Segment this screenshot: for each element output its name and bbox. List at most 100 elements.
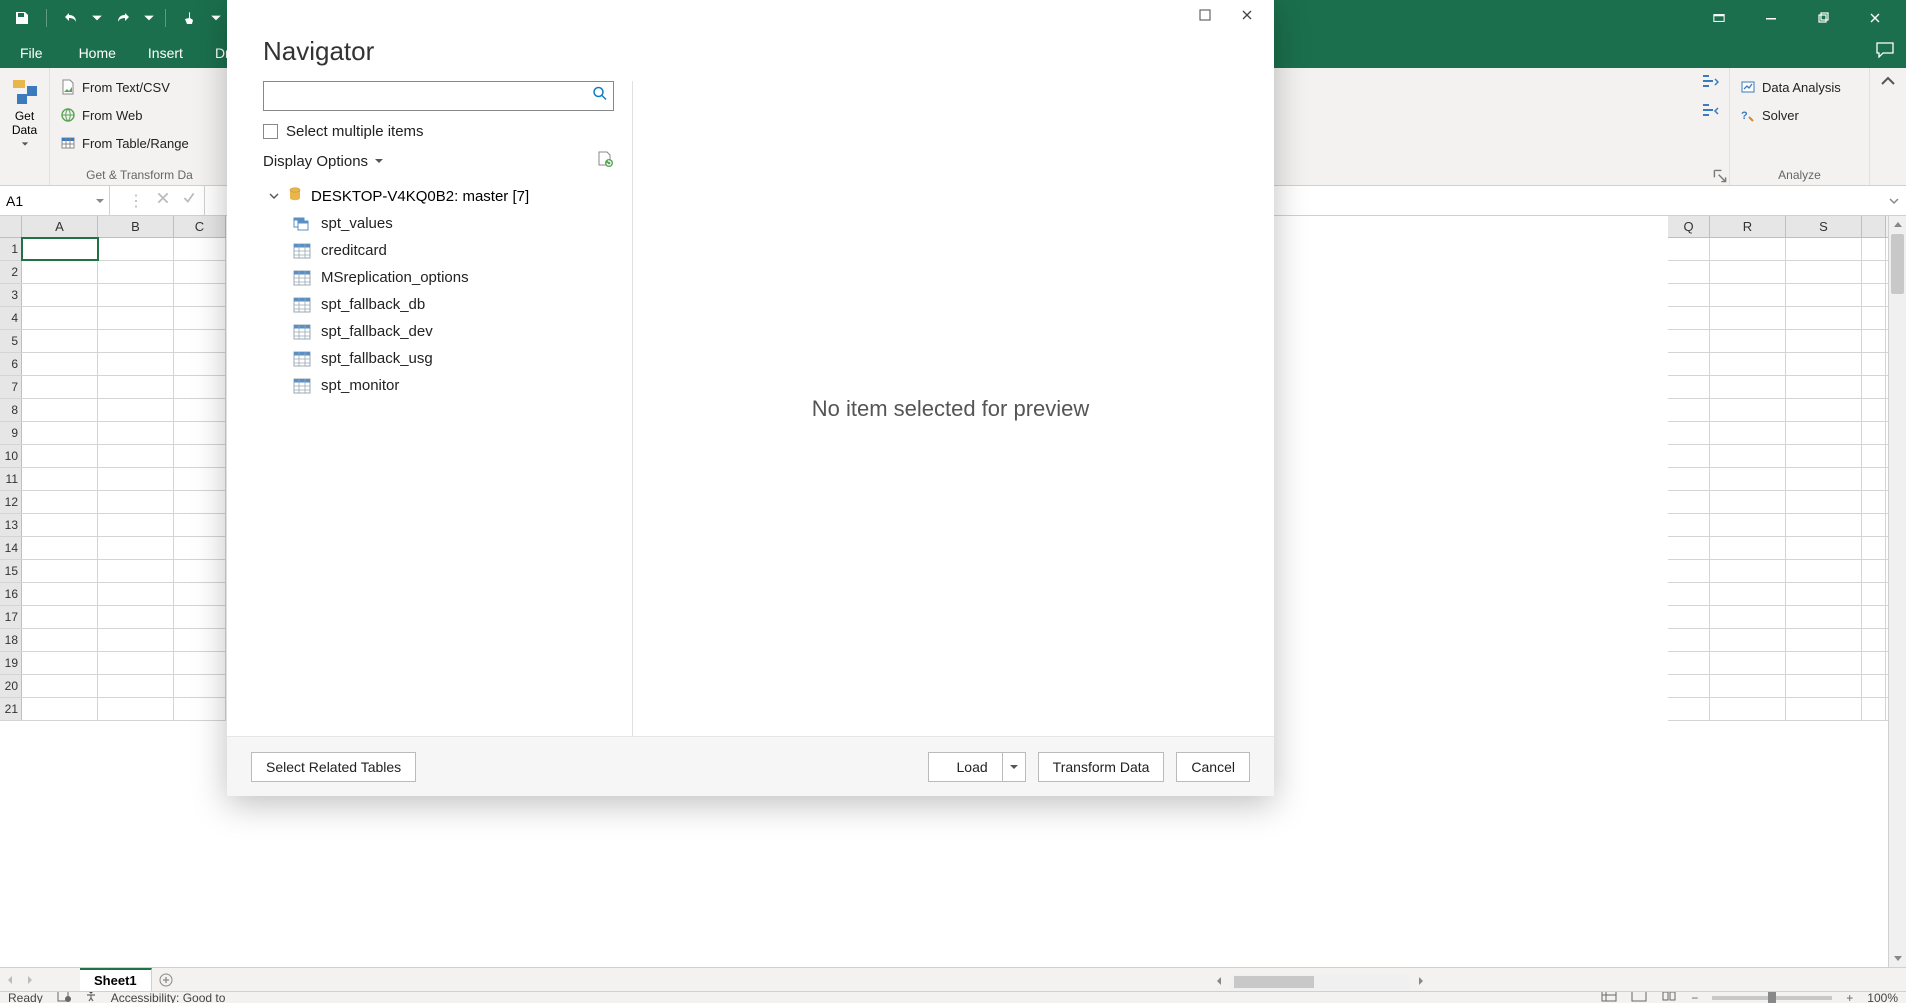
cell[interactable] (1668, 537, 1710, 559)
cell[interactable] (22, 491, 98, 513)
select-related-tables-button[interactable]: Select Related Tables (251, 752, 416, 782)
cell[interactable] (1786, 376, 1862, 398)
sheet-tab[interactable]: Sheet1 (80, 968, 152, 991)
cell[interactable] (1668, 491, 1710, 513)
from-web-button[interactable]: From Web (56, 102, 223, 128)
cell[interactable] (98, 491, 174, 513)
cell[interactable] (1862, 238, 1886, 260)
cell[interactable] (1710, 376, 1786, 398)
cell[interactable] (22, 307, 98, 329)
row-header[interactable]: 13 (0, 514, 22, 536)
cell[interactable] (98, 537, 174, 559)
cell[interactable] (98, 376, 174, 398)
cell[interactable] (22, 422, 98, 444)
cell[interactable] (1786, 445, 1862, 467)
cell[interactable] (1786, 537, 1862, 559)
cell[interactable] (1862, 468, 1886, 490)
cell[interactable] (174, 698, 226, 720)
cell[interactable] (98, 629, 174, 651)
cell[interactable] (1668, 422, 1710, 444)
cell[interactable] (1710, 560, 1786, 582)
tree-item[interactable]: MSreplication_options (263, 264, 614, 291)
cell[interactable] (1668, 399, 1710, 421)
cell[interactable] (98, 445, 174, 467)
cell[interactable] (1710, 238, 1786, 260)
cell[interactable] (1862, 284, 1886, 306)
cell[interactable] (1668, 238, 1710, 260)
zoom-out-icon[interactable]: − (1691, 991, 1698, 1003)
from-text-csv-button[interactable]: From Text/CSV (56, 74, 223, 100)
cell[interactable] (1710, 514, 1786, 536)
vertical-scrollbar[interactable] (1888, 216, 1906, 967)
tree-item[interactable]: creditcard (263, 237, 614, 264)
row-header[interactable]: 12 (0, 491, 22, 513)
cell[interactable] (1668, 652, 1710, 674)
cell[interactable] (22, 445, 98, 467)
cell[interactable] (1668, 606, 1710, 628)
cell[interactable] (22, 468, 98, 490)
cell[interactable] (98, 583, 174, 605)
cell[interactable] (22, 376, 98, 398)
cell[interactable] (22, 606, 98, 628)
cell[interactable] (1786, 330, 1862, 352)
cell[interactable] (174, 560, 226, 582)
cell[interactable] (98, 675, 174, 697)
cell[interactable] (22, 675, 98, 697)
column-header[interactable]: A (22, 216, 98, 237)
cell[interactable] (1668, 675, 1710, 697)
cell[interactable] (174, 445, 226, 467)
cell[interactable] (1710, 330, 1786, 352)
cell[interactable] (174, 307, 226, 329)
cancel-formula-icon[interactable] (156, 191, 170, 210)
cell[interactable] (22, 652, 98, 674)
row-header[interactable]: 16 (0, 583, 22, 605)
cell[interactable] (1786, 307, 1862, 329)
row-header[interactable]: 6 (0, 353, 22, 375)
cell[interactable] (1862, 353, 1886, 375)
cell[interactable] (1862, 629, 1886, 651)
cell[interactable] (174, 399, 226, 421)
cell[interactable] (1710, 491, 1786, 513)
cell[interactable] (98, 399, 174, 421)
undo-icon[interactable] (57, 4, 85, 32)
cell[interactable] (1710, 399, 1786, 421)
cell[interactable] (1668, 307, 1710, 329)
cell[interactable] (1786, 698, 1862, 720)
cell[interactable] (1786, 238, 1862, 260)
cell[interactable] (1668, 261, 1710, 283)
cell[interactable] (1786, 629, 1862, 651)
cell[interactable] (1668, 698, 1710, 720)
data-analysis-button[interactable]: Data Analysis (1736, 74, 1863, 100)
row-header[interactable]: 2 (0, 261, 22, 283)
tree-item[interactable]: spt_fallback_dev (263, 318, 614, 345)
cell[interactable] (1710, 537, 1786, 559)
cell[interactable] (1862, 652, 1886, 674)
cell[interactable] (1786, 284, 1862, 306)
cell[interactable] (1710, 284, 1786, 306)
cell[interactable] (98, 560, 174, 582)
row-header[interactable]: 3 (0, 284, 22, 306)
add-sheet-icon[interactable] (152, 973, 180, 987)
cell[interactable] (1862, 583, 1886, 605)
cell[interactable] (1710, 675, 1786, 697)
cell[interactable] (1786, 560, 1862, 582)
tree-item[interactable]: spt_monitor (263, 372, 614, 399)
row-header[interactable]: 7 (0, 376, 22, 398)
cell[interactable] (1862, 537, 1886, 559)
cell[interactable] (1710, 353, 1786, 375)
comments-icon[interactable] (1876, 42, 1894, 63)
cell[interactable] (22, 629, 98, 651)
tree-item[interactable]: spt_values (263, 210, 614, 237)
touch-dropdown-icon[interactable] (210, 4, 222, 32)
formula-expand-icon[interactable] (1882, 186, 1906, 215)
row-header[interactable]: 11 (0, 468, 22, 490)
horizontal-scrollbar[interactable] (1230, 974, 1410, 990)
cell[interactable] (98, 238, 174, 260)
cell[interactable] (1786, 606, 1862, 628)
zoom-level[interactable]: 100% (1867, 991, 1898, 1003)
cell[interactable] (1710, 652, 1786, 674)
cell[interactable] (1862, 698, 1886, 720)
cell[interactable] (1862, 445, 1886, 467)
cell[interactable] (174, 238, 226, 260)
column-header[interactable]: C (174, 216, 226, 237)
